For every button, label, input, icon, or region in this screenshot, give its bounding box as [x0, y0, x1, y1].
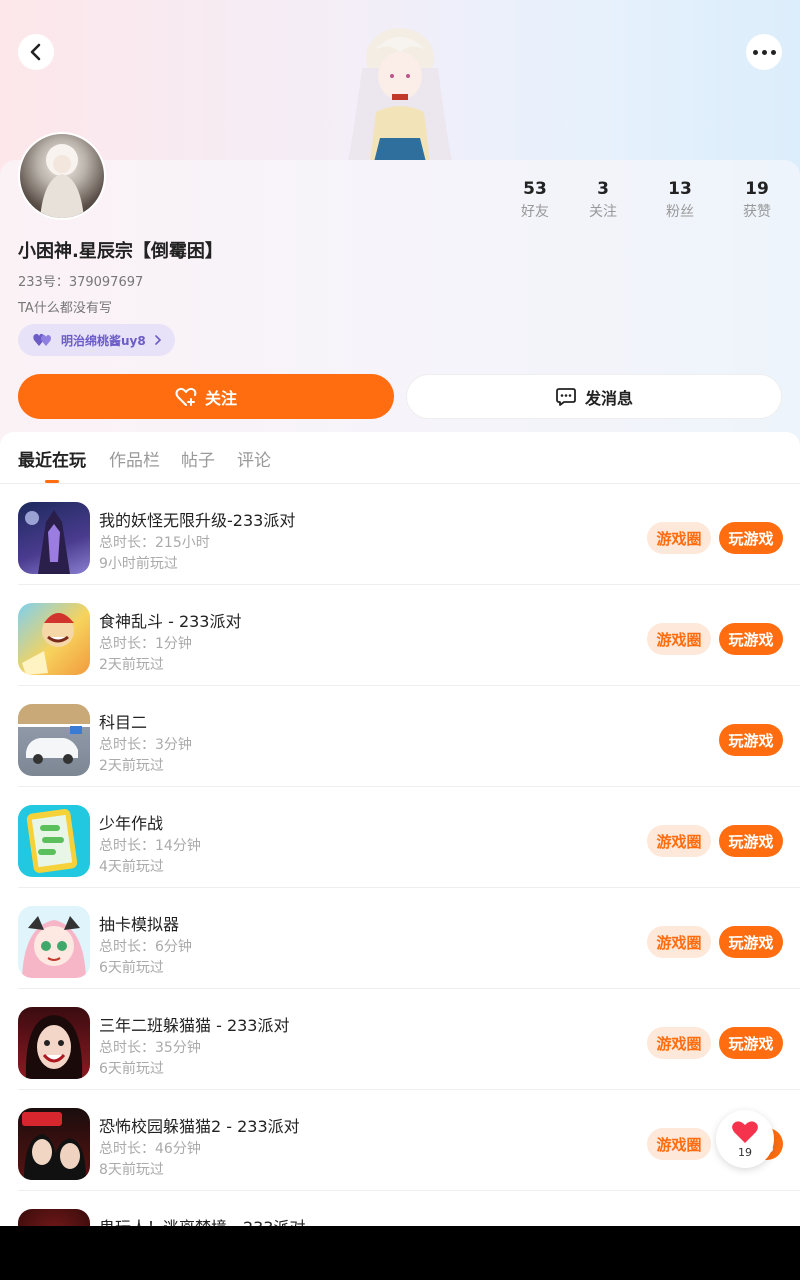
stat-friends-value: 53 — [523, 179, 547, 199]
game-circle-button[interactable]: 游戏圈 — [647, 926, 711, 958]
game-icon[interactable] — [18, 1007, 90, 1079]
game-row[interactable]: 我的妖怪无限升级-233派对 总时长：215小时 9小时前玩过 游戏圈 玩游戏 — [18, 484, 800, 585]
game-duration: 总时长：215小时 — [99, 535, 210, 551]
game-duration: 总时长：14分钟 — [99, 838, 201, 854]
game-name: 三年二班躲猫猫 - 233派对 — [99, 1016, 290, 1035]
tab-recent-play[interactable]: 最近在玩 — [18, 446, 86, 471]
game-icon[interactable] — [18, 805, 90, 877]
game-duration: 总时长：6分钟 — [99, 939, 192, 955]
game-name: 抽卡模拟器 — [99, 915, 180, 934]
game-icon[interactable] — [18, 1108, 90, 1180]
game-last-played: 4天前玩过 — [99, 859, 164, 875]
game-duration: 总时长：3分钟 — [99, 737, 192, 753]
stat-fans-value: 13 — [668, 179, 692, 199]
bio: TA什么都没有写 — [18, 301, 112, 316]
game-row[interactable]: 恐怖校园躲猫猫2 - 233派对 总时长：46分钟 8天前玩过 游戏圈 玩游戏 — [18, 1090, 800, 1191]
heart-icon — [732, 1120, 758, 1143]
stat-friends-label: 好友 — [521, 204, 549, 220]
game-name: 我的妖怪无限升级-233派对 — [99, 511, 296, 530]
game-row[interactable]: 科目二 总时长：3分钟 2天前玩过 玩游戏 — [18, 686, 800, 787]
game-duration: 总时长：35分钟 — [99, 1040, 201, 1056]
game-duration: 总时长：1分钟 — [99, 636, 192, 652]
heart-plus-icon — [175, 387, 197, 406]
stat-following-label: 关注 — [589, 204, 617, 220]
game-circle-button[interactable]: 游戏圈 — [647, 522, 711, 554]
game-icon[interactable] — [18, 906, 90, 978]
back-button[interactable] — [18, 34, 54, 70]
game-name: 食神乱斗 - 233派对 — [99, 612, 242, 631]
game-name: 恐怖校园躲猫猫2 - 233派对 — [99, 1117, 300, 1136]
more-button[interactable] — [746, 34, 782, 70]
game-row[interactable]: 抽卡模拟器 总时长：6分钟 6天前玩过 游戏圈 玩游戏 — [18, 888, 800, 989]
nickname: 小困神.星辰宗【倒霉困】 — [18, 241, 223, 262]
active-tab-indicator — [45, 480, 59, 483]
play-game-button[interactable]: 玩游戏 — [719, 1027, 783, 1059]
like-count: 19 — [738, 1145, 752, 1159]
user-id[interactable]: 233号：379097697 — [18, 271, 143, 290]
game-row[interactable]: 三年二班躲猫猫 - 233派对 总时长：35分钟 6天前玩过 游戏圈 玩游戏 — [18, 989, 800, 1090]
game-last-played: 6天前玩过 — [99, 1061, 164, 1077]
game-last-played: 2天前玩过 — [99, 758, 164, 774]
game-circle-button[interactable]: 游戏圈 — [647, 623, 711, 655]
system-nav-bar — [0, 1226, 800, 1280]
partner-tag-label: 明治绵桃酱uy8 — [61, 333, 146, 348]
play-game-button[interactable]: 玩游戏 — [719, 522, 783, 554]
content-tabs: 最近在玩 作品栏 帖子 评论 — [0, 432, 800, 484]
game-last-played: 6天前玩过 — [99, 960, 164, 976]
game-name: 科目二 — [99, 713, 148, 732]
banner-character-image — [348, 28, 452, 162]
chevron-left-icon — [30, 43, 41, 61]
stat-fans[interactable]: 13 粉丝 — [645, 178, 715, 222]
chat-bubble-icon — [556, 387, 576, 406]
game-row[interactable]: 鬼玩人！逃离梦境 - 233派对 — [18, 1191, 800, 1226]
play-game-button[interactable]: 玩游戏 — [719, 724, 783, 756]
game-name: 鬼玩人！逃离梦境 - 233派对 — [99, 1214, 306, 1226]
game-circle-button[interactable]: 游戏圈 — [647, 1027, 711, 1059]
stat-following-value: 3 — [597, 179, 609, 199]
game-last-played: 2天前玩过 — [99, 657, 164, 673]
partner-tag[interactable]: 明治绵桃酱uy8 — [18, 324, 175, 356]
game-icon[interactable] — [18, 1209, 90, 1226]
game-name: 少年作战 — [99, 814, 164, 833]
game-icon[interactable] — [18, 502, 90, 574]
game-row[interactable]: 少年作战 总时长：14分钟 4天前玩过 游戏圈 玩游戏 — [18, 787, 800, 888]
double-heart-icon — [33, 333, 51, 346]
message-button-label: 发消息 — [584, 388, 633, 408]
game-circle-button[interactable]: 游戏圈 — [647, 1128, 711, 1160]
message-button[interactable]: 发消息 — [406, 374, 782, 419]
like-float-button[interactable]: 19 — [716, 1110, 774, 1168]
game-last-played: 8天前玩过 — [99, 1162, 164, 1178]
profile-banner — [0, 0, 800, 175]
stat-following[interactable]: 3 关注 — [568, 178, 638, 222]
stat-fans-label: 粉丝 — [666, 204, 694, 220]
play-game-button[interactable]: 玩游戏 — [719, 623, 783, 655]
stat-likes-label: 获赞 — [743, 204, 771, 220]
game-icon[interactable] — [18, 603, 90, 675]
follow-button[interactable]: 关注 — [18, 374, 394, 419]
profile-screen: 53 好友 3 关注 13 粉丝 19 获赞 小困神.星辰宗【倒霉困】 233号… — [0, 0, 800, 1226]
profile-stats: 53 好友 3 关注 13 粉丝 19 获赞 — [500, 178, 790, 222]
avatar-image — [40, 144, 84, 218]
avatar[interactable] — [18, 132, 106, 220]
chevron-right-icon — [154, 335, 161, 345]
game-circle-button[interactable]: 游戏圈 — [647, 825, 711, 857]
tab-works[interactable]: 作品栏 — [109, 446, 160, 471]
stat-friends[interactable]: 53 好友 — [500, 178, 570, 222]
game-last-played: 9小时前玩过 — [99, 556, 178, 572]
tab-posts[interactable]: 帖子 — [181, 446, 215, 471]
follow-button-label: 关注 — [204, 388, 237, 408]
game-icon[interactable] — [18, 704, 90, 776]
game-duration: 总时长：46分钟 — [99, 1141, 201, 1157]
play-game-button[interactable]: 玩游戏 — [719, 926, 783, 958]
more-dots-icon — [752, 49, 776, 55]
tab-comments[interactable]: 评论 — [237, 446, 271, 471]
stat-likes-value: 19 — [745, 179, 769, 199]
play-game-button[interactable]: 玩游戏 — [719, 825, 783, 857]
stat-likes[interactable]: 19 获赞 — [722, 178, 792, 222]
game-row[interactable]: 食神乱斗 - 233派对 总时长：1分钟 2天前玩过 游戏圈 玩游戏 — [18, 585, 800, 686]
